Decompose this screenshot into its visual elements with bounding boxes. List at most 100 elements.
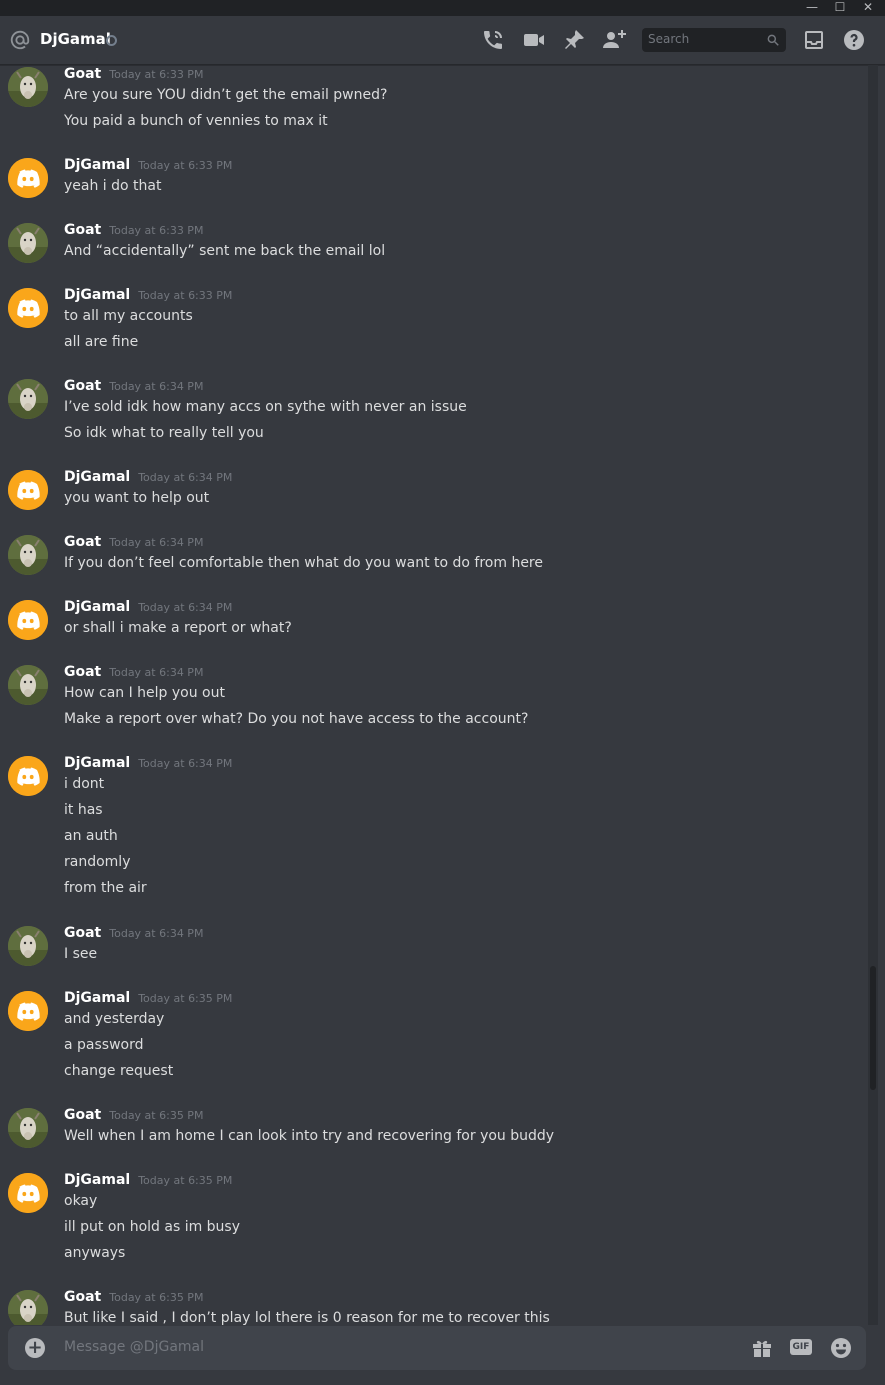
message-timestamp: Today at 6:35 PM bbox=[138, 992, 233, 1005]
channel-header: DjGamal Search bbox=[0, 16, 885, 65]
message-timestamp: Today at 6:35 PM bbox=[109, 1109, 204, 1122]
avatar-goat[interactable] bbox=[8, 1108, 48, 1148]
message-text: I’ve sold idk how many accs on sythe wit… bbox=[64, 399, 467, 415]
message-author[interactable]: DjGamal Today at 6:34 PM bbox=[64, 599, 232, 615]
message-group: Goat Today at 6:34 PM I’ve sold idk how ma… bbox=[0, 377, 868, 451]
message-composer[interactable]: + Message @DjGamal GIF bbox=[8, 1326, 866, 1370]
pin-icon[interactable] bbox=[562, 28, 586, 52]
search-input[interactable]: Search bbox=[642, 28, 786, 52]
author-name[interactable]: Goat bbox=[64, 664, 101, 680]
add-friend-icon[interactable] bbox=[602, 28, 626, 52]
author-name[interactable]: DjGamal bbox=[64, 990, 130, 1006]
message-text: change request bbox=[64, 1063, 174, 1079]
message-timestamp: Today at 6:33 PM bbox=[109, 224, 204, 237]
message-text: Well when I am home I can look into try … bbox=[64, 1128, 555, 1144]
message-text: all are fine bbox=[64, 334, 139, 350]
emoji-icon[interactable] bbox=[829, 1336, 853, 1360]
author-name[interactable]: DjGamal bbox=[64, 1172, 130, 1188]
gift-icon[interactable] bbox=[750, 1336, 774, 1360]
message-author[interactable]: Goat Today at 6:34 PM bbox=[64, 925, 203, 941]
avatar-goat[interactable] bbox=[8, 67, 48, 107]
message-timestamp: Today at 6:34 PM bbox=[138, 601, 233, 614]
avatar-djgamal[interactable] bbox=[8, 756, 48, 796]
message-author[interactable]: Goat Today at 6:33 PM bbox=[64, 66, 203, 82]
message-text: it has bbox=[64, 802, 103, 818]
message-author[interactable]: DjGamal Today at 6:33 PM bbox=[64, 157, 232, 173]
close-button[interactable]: ✕ bbox=[854, 0, 882, 16]
avatar-djgamal[interactable] bbox=[8, 600, 48, 640]
avatar-goat[interactable] bbox=[8, 1290, 48, 1325]
message-group: Goat Today at 6:34 PM I see bbox=[0, 924, 868, 972]
message-group: DjGamal Today at 6:34 PM or shall i make a… bbox=[0, 598, 868, 646]
message-group: DjGamal Today at 6:35 PM and yesterday a pa… bbox=[0, 989, 868, 1089]
message-author[interactable]: DjGamal Today at 6:33 PM bbox=[64, 287, 232, 303]
message-author[interactable]: Goat Today at 6:34 PM bbox=[64, 378, 203, 394]
message-text: And “accidentally” sent me back the emai… bbox=[64, 243, 386, 259]
message-timestamp: Today at 6:34 PM bbox=[138, 757, 233, 770]
message-author[interactable]: DjGamal Today at 6:35 PM bbox=[64, 990, 232, 1006]
minimize-button[interactable]: — bbox=[798, 0, 826, 16]
avatar-goat[interactable] bbox=[8, 379, 48, 419]
message-text: from the air bbox=[64, 880, 147, 896]
message-author[interactable]: DjGamal Today at 6:35 PM bbox=[64, 1172, 232, 1188]
message-text: You paid a bunch of vennies to max it bbox=[64, 113, 328, 129]
avatar-djgamal[interactable] bbox=[8, 470, 48, 510]
author-name[interactable]: Goat bbox=[64, 378, 101, 394]
author-name[interactable]: Goat bbox=[64, 1289, 101, 1305]
author-name[interactable]: Goat bbox=[64, 66, 101, 82]
message-author[interactable]: Goat Today at 6:35 PM bbox=[64, 1107, 203, 1123]
author-name[interactable]: DjGamal bbox=[64, 157, 130, 173]
message-group: Goat Today at 6:34 PM If you don’t feel co… bbox=[0, 533, 868, 581]
author-name[interactable]: DjGamal bbox=[64, 599, 130, 615]
message-timestamp: Today at 6:34 PM bbox=[109, 536, 204, 549]
inbox-icon[interactable] bbox=[802, 28, 826, 52]
message-text: So idk what to really tell you bbox=[64, 425, 264, 441]
message-author[interactable]: Goat Today at 6:34 PM bbox=[64, 534, 203, 550]
message-text: or shall i make a report or what? bbox=[64, 620, 292, 636]
message-text: But like I said , I don’t play lol there… bbox=[64, 1310, 550, 1325]
message-text: a password bbox=[64, 1037, 144, 1053]
avatar-djgamal[interactable] bbox=[8, 991, 48, 1031]
message-group: Goat Today at 6:35 PM But like I said , I … bbox=[0, 1288, 868, 1325]
avatar-djgamal[interactable] bbox=[8, 288, 48, 328]
help-icon[interactable] bbox=[842, 28, 866, 52]
message-author[interactable]: Goat Today at 6:33 PM bbox=[64, 222, 203, 238]
scrollbar-track[interactable] bbox=[868, 65, 878, 1325]
message-author[interactable]: DjGamal Today at 6:34 PM bbox=[64, 469, 232, 485]
avatar-djgamal[interactable] bbox=[8, 158, 48, 198]
message-group: DjGamal Today at 6:35 PM okay ill put on ho… bbox=[0, 1171, 868, 1271]
message-text: anyways bbox=[64, 1245, 126, 1261]
author-name[interactable]: Goat bbox=[64, 925, 101, 941]
scrollbar-thumb[interactable] bbox=[870, 966, 876, 1090]
avatar-goat[interactable] bbox=[8, 535, 48, 575]
author-name[interactable]: Goat bbox=[64, 222, 101, 238]
message-input[interactable]: Message @DjGamal bbox=[64, 1339, 204, 1355]
author-name[interactable]: DjGamal bbox=[64, 469, 130, 485]
search-placeholder: Search bbox=[648, 32, 690, 46]
author-name[interactable]: Goat bbox=[64, 534, 101, 550]
author-name[interactable]: Goat bbox=[64, 1107, 101, 1123]
avatar-goat[interactable] bbox=[8, 665, 48, 705]
message-text: you want to help out bbox=[64, 490, 210, 506]
maximize-button[interactable]: ☐ bbox=[826, 0, 854, 16]
message-author[interactable]: Goat Today at 6:35 PM bbox=[64, 1289, 203, 1305]
avatar-djgamal[interactable] bbox=[8, 1173, 48, 1213]
message-text: okay bbox=[64, 1193, 98, 1209]
message-group: Goat Today at 6:34 PM How can I help you o… bbox=[0, 663, 868, 737]
gif-icon[interactable]: GIF bbox=[790, 1339, 812, 1355]
message-timestamp: Today at 6:33 PM bbox=[138, 159, 233, 172]
avatar-goat[interactable] bbox=[8, 223, 48, 263]
message-text: and yesterday bbox=[64, 1011, 165, 1027]
author-name[interactable]: DjGamal bbox=[64, 755, 130, 771]
message-list: Goat Today at 6:33 PM Are you sure YOU did… bbox=[0, 65, 868, 1325]
message-timestamp: Today at 6:34 PM bbox=[138, 471, 233, 484]
attach-plus-icon[interactable]: + bbox=[25, 1338, 45, 1358]
message-author[interactable]: Goat Today at 6:34 PM bbox=[64, 664, 203, 680]
phone-icon[interactable] bbox=[481, 28, 505, 52]
message-text: How can I help you out bbox=[64, 685, 225, 701]
message-group: DjGamal Today at 6:34 PM you want to help … bbox=[0, 468, 868, 516]
message-author[interactable]: DjGamal Today at 6:34 PM bbox=[64, 755, 232, 771]
author-name[interactable]: DjGamal bbox=[64, 287, 130, 303]
video-icon[interactable] bbox=[522, 28, 546, 52]
avatar-goat[interactable] bbox=[8, 926, 48, 966]
